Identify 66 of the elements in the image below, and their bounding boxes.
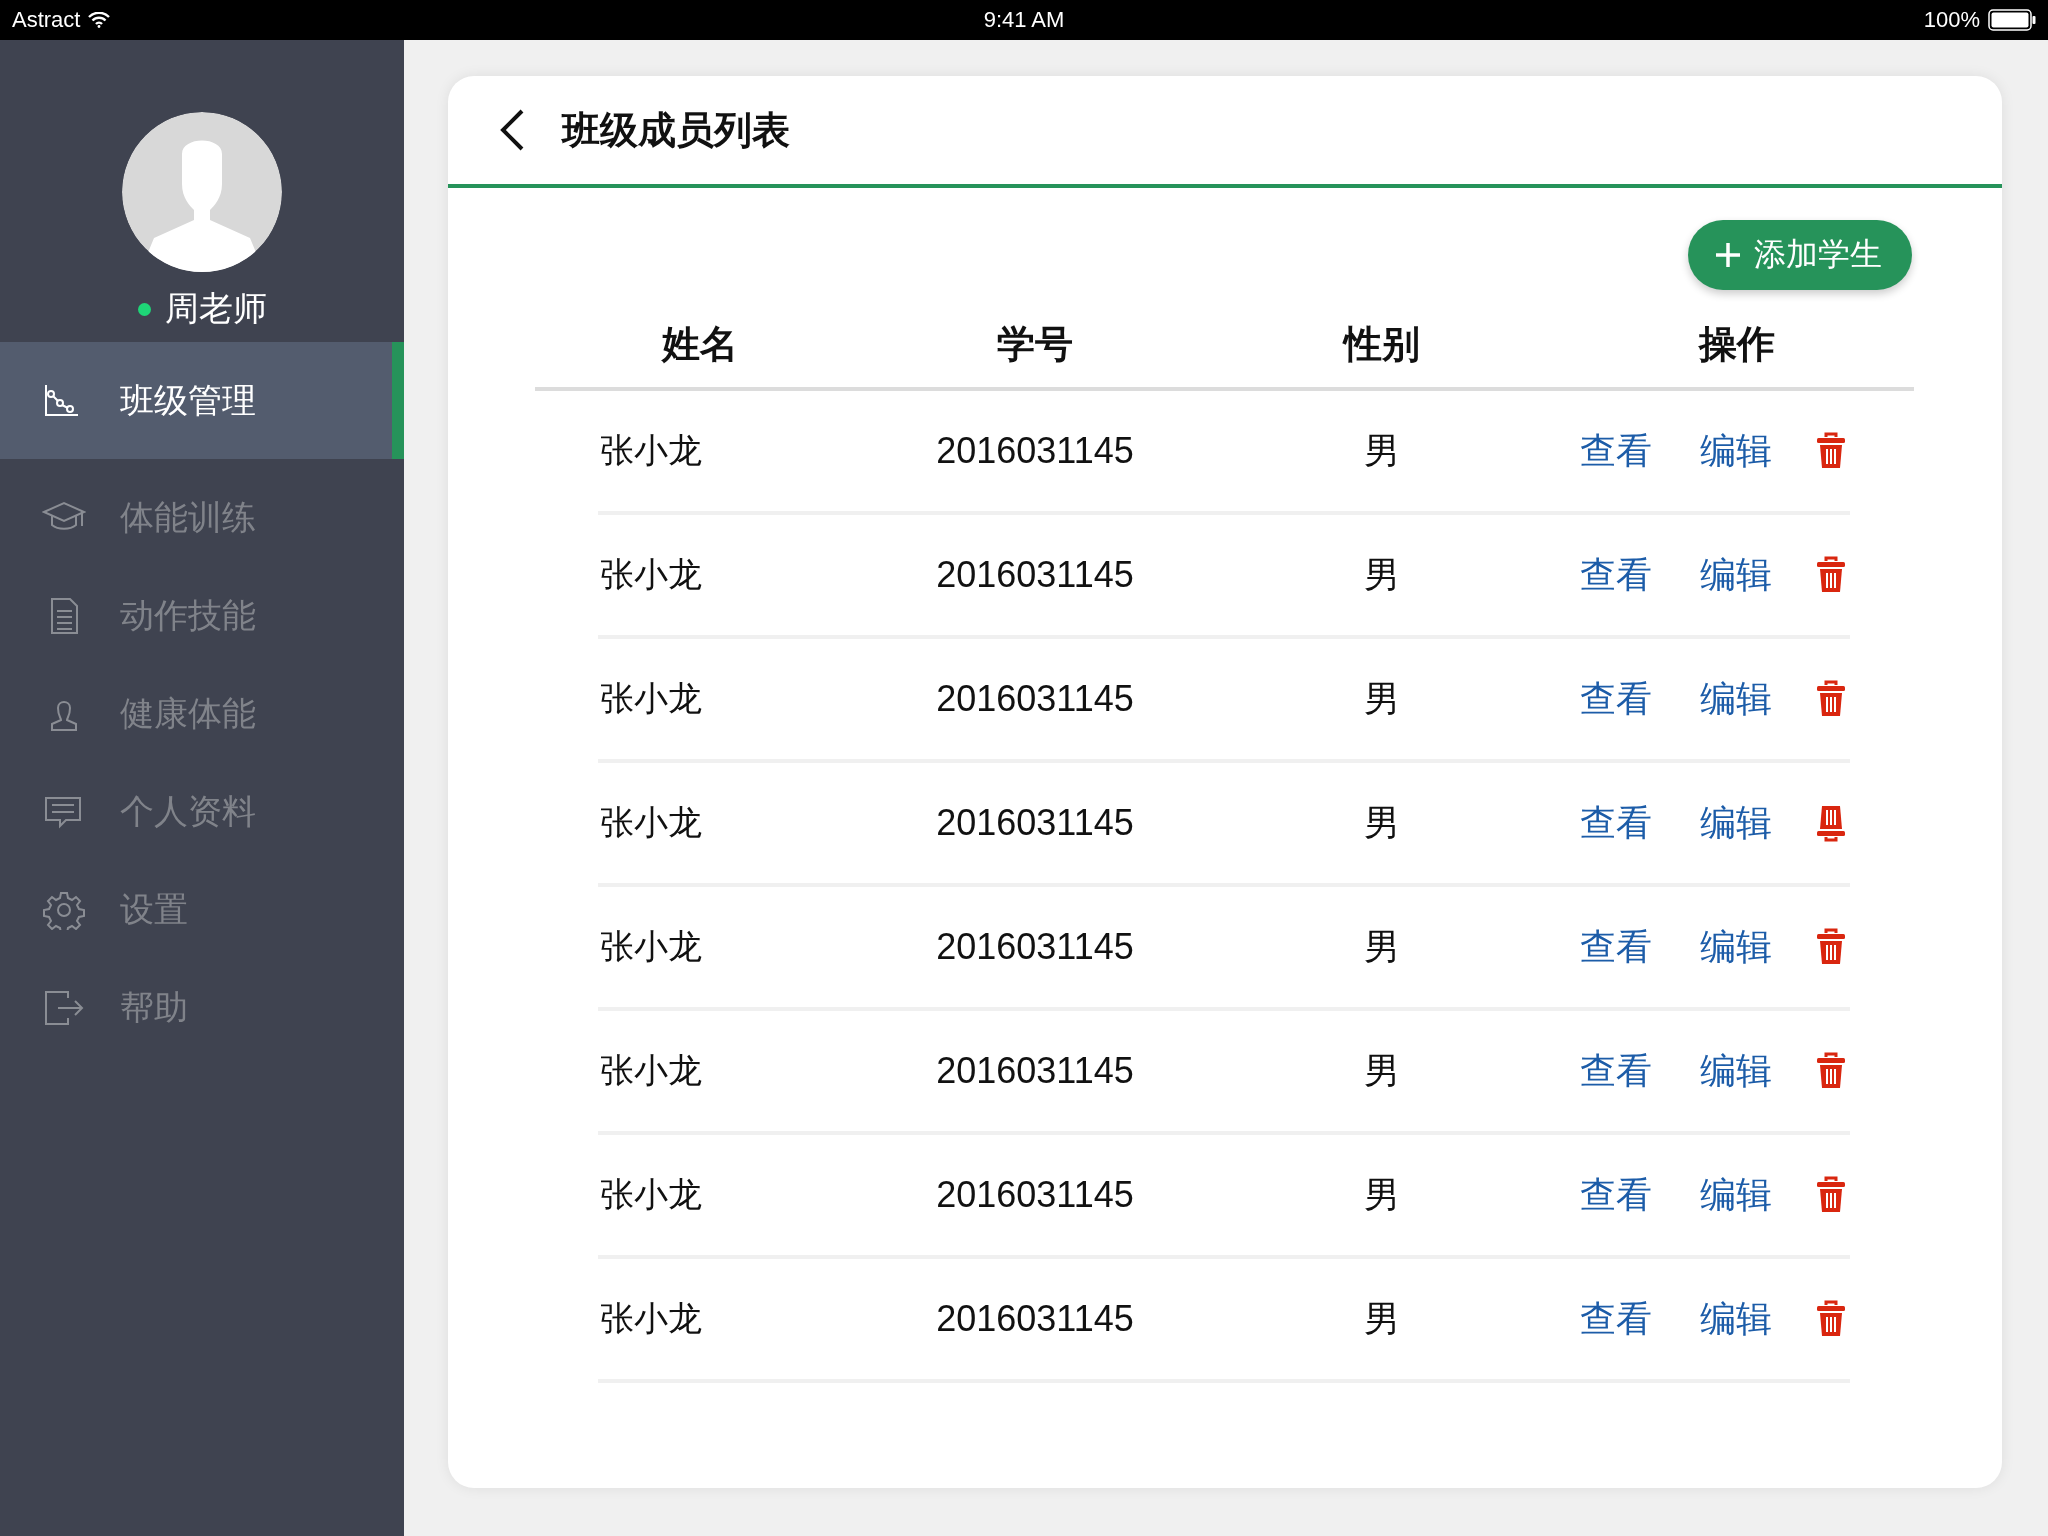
table-cell-text: 2016031145 [935,1298,1135,1340]
view-link[interactable]: 查看 [1580,922,1652,972]
battery-icon [1988,9,2036,31]
edit-link[interactable]: 编辑 [1700,798,1772,848]
delete-icon[interactable] [1816,1176,1846,1214]
table-cell-text: 2016031145 [935,430,1135,472]
table-cell-text: 2016031145 [935,1050,1135,1092]
exit-icon [42,988,86,1028]
delete-icon[interactable] [1816,432,1846,470]
view-link[interactable]: 查看 [1580,550,1652,600]
edit-link[interactable]: 编辑 [1700,1294,1772,1344]
delete-icon[interactable] [1816,1300,1846,1338]
table-cell-text: 男 [1363,1296,1401,1341]
delete-icon[interactable] [1816,804,1846,842]
back-icon[interactable] [498,108,526,152]
avatar-silhouette-icon [122,112,282,272]
table-cell-text: 张小龙 [599,801,703,844]
table-cell-text: 2016031145 [935,802,1135,844]
table-cell-text: 2016031145 [935,1174,1135,1216]
table-cell-text: 张小龙 [599,429,703,472]
table-cell-text: 男 [1363,924,1401,969]
add-student-button[interactable]: 添加学生 [1688,220,1912,290]
table-cell-text: 张小龙 [599,677,703,720]
view-link[interactable]: 查看 [1580,798,1652,848]
edit-link[interactable]: 编辑 [1700,922,1772,972]
table-cell-text: 男 [1363,552,1401,597]
delete-icon[interactable] [1816,1052,1846,1090]
sidebar-item[interactable]: 班级管理 [0,342,404,459]
settings-icon [42,890,86,930]
battery-percent: 100% [1923,7,1980,33]
column-header: 学号 [996,321,1074,368]
delete-icon[interactable] [1816,556,1846,594]
wifi-icon [88,12,111,28]
table-cell-text: 2016031145 [935,554,1135,596]
table-cell-text: 张小龙 [599,1049,703,1092]
view-link[interactable]: 查看 [1580,1046,1652,1096]
view-link[interactable]: 查看 [1580,1294,1652,1344]
edit-link[interactable]: 编辑 [1700,1046,1772,1096]
table-cell-text: 男 [1363,1172,1401,1217]
column-header: 操作 [1697,321,1776,368]
table-cell-text: 男 [1363,1048,1401,1093]
carrier-name: Astract [12,7,81,33]
table-cell-text: 2016031145 [935,678,1135,720]
table-cell-text: 张小龙 [599,1173,703,1216]
user-name: 周老师 [164,287,267,330]
column-header: 姓名 [660,321,739,368]
edit-link[interactable]: 编辑 [1700,674,1772,724]
edit-link[interactable]: 编辑 [1700,426,1772,476]
delete-icon[interactable] [1816,680,1846,718]
clock-time: 9:41 AM [983,7,1065,33]
page-title: 班级成员列表 [562,106,790,154]
view-link[interactable]: 查看 [1580,674,1652,724]
delete-icon[interactable] [1816,928,1846,966]
table-cell-text: 男 [1363,676,1401,721]
table-cell-text: 张小龙 [599,1297,703,1340]
table-cell-text: 男 [1363,800,1401,845]
view-link[interactable]: 查看 [1580,426,1652,476]
plus-icon [1714,241,1742,269]
edit-link[interactable]: 编辑 [1700,1170,1772,1220]
edit-link[interactable]: 编辑 [1700,550,1772,600]
column-header: 性别 [1341,321,1421,368]
table-cell-text: 2016031145 [935,926,1135,968]
view-link[interactable]: 查看 [1580,1170,1652,1220]
table-cell-text: 张小龙 [599,553,703,596]
table-cell-text: 张小龙 [599,925,703,968]
table-cell-text: 男 [1363,428,1401,473]
